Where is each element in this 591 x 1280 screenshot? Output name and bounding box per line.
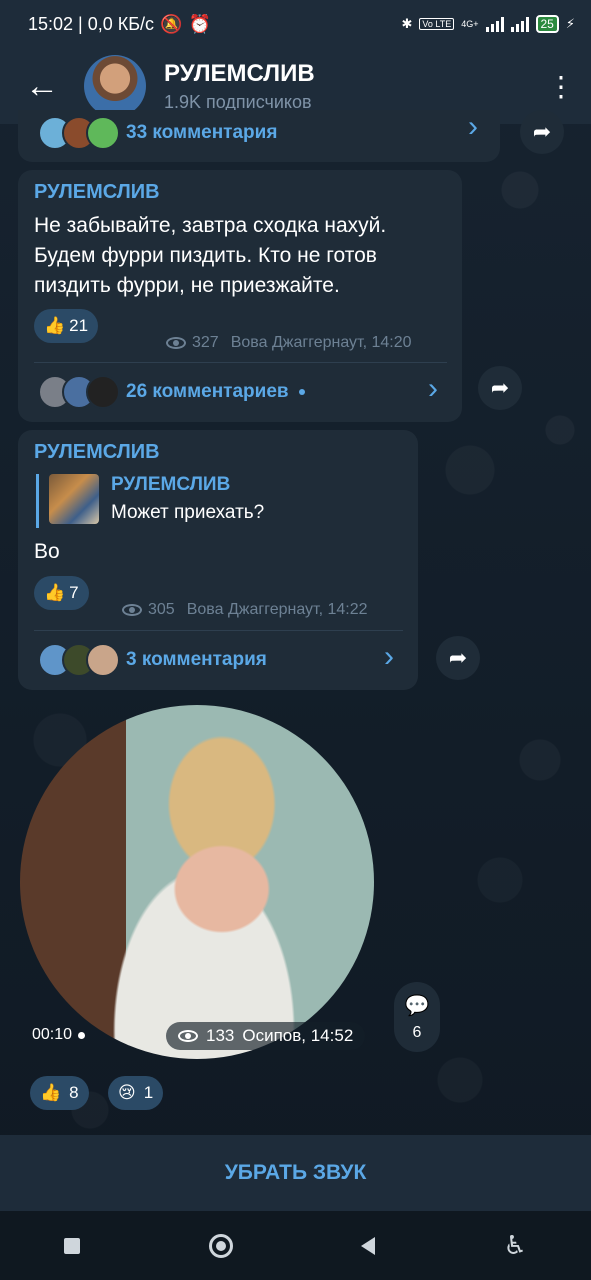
comments-row-1[interactable]: 26 комментариев	[38, 374, 305, 410]
system-navigation-bar: ♿	[0, 1211, 591, 1280]
comment-bubble-icon: 💬	[404, 994, 430, 1017]
reaction-like[interactable]: 👍 8	[30, 1076, 89, 1110]
thumbs-up-icon: 👍	[44, 583, 66, 602]
chevron-right-icon[interactable]: ›	[428, 372, 438, 406]
reaction-like[interactable]: 👍 7	[34, 576, 89, 610]
video-comments-button[interactable]: 💬 6	[394, 982, 440, 1052]
views-eye-icon	[166, 337, 186, 349]
views-count: 327	[192, 334, 219, 351]
comments-count: 6	[412, 1023, 422, 1041]
views-eye-icon	[178, 1030, 198, 1042]
commenter-avatars	[38, 643, 120, 677]
mute-bell-icon: 🔕	[160, 13, 183, 34]
views-count: 305	[148, 601, 175, 618]
charging-icon: ⚡	[565, 16, 575, 31]
divider	[34, 362, 447, 363]
message-meta: 327 Вова Джаггернаут, 14:20	[166, 334, 412, 352]
thumbs-up-icon: 👍	[44, 316, 66, 335]
message-author[interactable]: РУЛЕМСЛИВ	[34, 441, 160, 464]
status-bar: 15:02 | 0,0 КБ/с 🔕 ⏰ ✱ Vo LTE 4G+ 25 ⚡	[0, 0, 591, 48]
share-icon[interactable]: ➦	[520, 110, 564, 154]
quote-author: РУЛЕМСЛИВ	[111, 474, 231, 495]
channel-title: РУЛЕМСЛИВ	[164, 59, 315, 87]
message-text: Не забывайте, завтра сходка нахуй. Будем…	[34, 214, 387, 297]
recents-icon[interactable]	[64, 1237, 81, 1254]
status-time: 15:02 | 0,0 КБ/с	[28, 13, 155, 34]
divider	[34, 630, 403, 631]
duration-text: 00:10	[32, 1026, 73, 1043]
volte-badge: Vo LTE	[419, 18, 455, 30]
quote-thumbnail	[49, 474, 99, 524]
views-count: 133	[206, 1026, 235, 1045]
crying-face-icon: 😢	[118, 1083, 136, 1102]
bluetooth-icon: ✱	[401, 16, 413, 31]
reaction-count: 1	[143, 1083, 154, 1102]
signal-icon-2	[510, 16, 529, 32]
thumbs-up-icon: 👍	[40, 1083, 62, 1102]
network-type: 4G+	[461, 19, 479, 29]
post-signature: Вова Джаггернаут, 14:22	[186, 601, 368, 618]
chevron-right-icon[interactable]: ›	[384, 640, 394, 674]
post-signature: Вова Джаггернаут, 14:20	[230, 334, 412, 351]
comments-label: 33 комментария	[126, 122, 278, 143]
accessibility-icon[interactable]: ♿	[503, 1230, 526, 1261]
video-duration: 00:10	[32, 1026, 86, 1044]
reaction-count: 8	[69, 1083, 79, 1102]
message-meta: 305 Вова Джаггернаут, 14:22	[122, 601, 368, 619]
round-video-message[interactable]	[20, 705, 374, 1059]
channel-avatar[interactable]	[84, 55, 146, 117]
comments-label: 3 комментария	[126, 649, 267, 670]
reaction-count: 21	[69, 316, 89, 335]
share-icon[interactable]: ➦	[436, 636, 480, 680]
message-text: Во	[34, 540, 60, 563]
signal-icon	[485, 16, 504, 32]
recording-dot-icon	[78, 1031, 86, 1039]
comments-label: 26 комментариев	[126, 381, 289, 402]
comments-row-2[interactable]: 3 комментария	[38, 642, 267, 678]
back-triangle-icon[interactable]	[361, 1236, 376, 1255]
video-meta: 133 Осипов, 14:52	[166, 1022, 366, 1050]
post-signature: Осипов, 14:52	[242, 1026, 354, 1045]
home-icon[interactable]	[208, 1233, 233, 1258]
share-icon[interactable]: ➦	[478, 366, 522, 410]
channel-titles[interactable]: РУЛЕМСЛИВ 1.9K подписчиков	[164, 60, 315, 113]
battery-icon: 25	[535, 15, 559, 33]
chevron-right-icon[interactable]: ›	[468, 110, 478, 144]
reaction-like[interactable]: 👍 21	[34, 309, 99, 343]
unmute-button[interactable]: УБРАТЬ ЗВУК	[0, 1135, 591, 1211]
reaction-cry[interactable]: 😢 1	[108, 1076, 164, 1110]
unread-dot	[298, 389, 305, 395]
comments-row-0[interactable]: 33 комментария	[38, 115, 277, 151]
quote-text: Может приехать?	[111, 502, 265, 523]
alarm-icon: ⏰	[188, 13, 211, 34]
reply-quote[interactable]: РУЛЕМСЛИВ Может приехать?	[36, 474, 264, 528]
commenter-avatars	[38, 375, 120, 409]
reaction-count: 7	[69, 583, 79, 602]
views-eye-icon	[122, 604, 142, 616]
more-menu-icon[interactable]: ⋮	[531, 70, 591, 103]
commenter-avatars	[38, 116, 120, 150]
message-author[interactable]: РУЛЕМСЛИВ	[34, 181, 160, 204]
